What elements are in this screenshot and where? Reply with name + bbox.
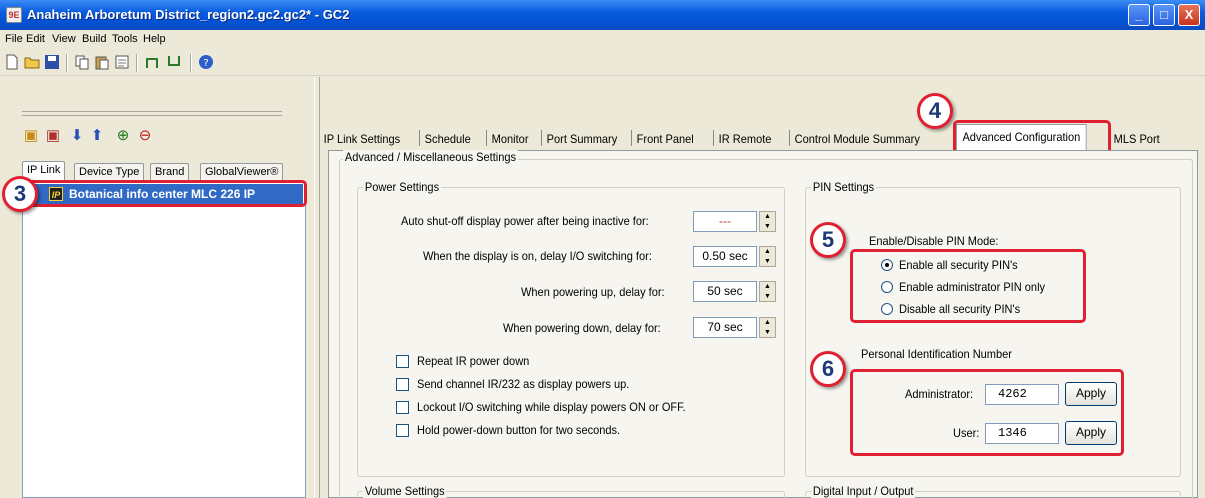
svg-text:?: ?: [203, 58, 208, 69]
tab-separator: [713, 130, 714, 146]
power-down-delay-field[interactable]: 70 sec: [693, 317, 757, 338]
tab-brand[interactable]: Brand: [150, 163, 190, 181]
config-pane: IP Link Settings Schedule Monitor Port S…: [320, 77, 1205, 498]
toolbar-separator: [190, 54, 192, 72]
title-bar[interactable]: 9E Anaheim Arboretum District_region2.gc…: [0, 0, 1205, 30]
callout-6: 6: [810, 351, 846, 387]
send-channel-label: Send channel IR/232 as display powers up…: [417, 377, 630, 391]
open-folder-icon[interactable]: [24, 54, 40, 70]
highlight-pid: [850, 369, 1124, 456]
device-tree: IP Botanical info center MLC 226 IP: [22, 181, 306, 498]
auto-shutoff-label: Auto shut-off display power after being …: [401, 214, 649, 228]
move-down-icon[interactable]: ⬇: [68, 127, 86, 145]
hold-power-down-checkbox[interactable]: [396, 424, 409, 437]
copy-icon[interactable]: [74, 54, 90, 70]
lockout-label: Lockout I/O switching while display powe…: [417, 400, 686, 414]
tab-monitor[interactable]: Monitor: [488, 129, 532, 149]
minimize-button[interactable]: _: [1128, 4, 1150, 26]
power-up-delay-spinner[interactable]: ▲ ▼: [759, 281, 776, 302]
close-button[interactable]: X: [1178, 4, 1200, 26]
volume-settings-title: Volume Settings: [363, 484, 447, 498]
power-down-delay-spinner[interactable]: ▲ ▼: [759, 317, 776, 338]
power-up-delay-label: When powering up, delay for:: [521, 285, 665, 299]
tab-ip-link-settings[interactable]: IP Link Settings: [320, 129, 404, 149]
tab-front-panel[interactable]: Front Panel: [633, 129, 697, 149]
hold-power-down-label: Hold power-down button for two seconds.: [417, 423, 621, 437]
menu-bar: File Edit View Build Tools Help: [0, 30, 1205, 50]
advanced-settings-page: Advanced / Miscellaneous Settings Power …: [328, 150, 1198, 498]
menu-build[interactable]: Build: [82, 33, 106, 45]
menu-help[interactable]: Help: [143, 33, 166, 45]
power-down-delay-label: When powering down, delay for:: [503, 321, 661, 335]
highlight-tree-item: [21, 180, 307, 207]
app-window: 9E Anaheim Arboretum District_region2.gc…: [0, 0, 1205, 498]
repeat-ir-checkbox[interactable]: [396, 355, 409, 368]
pid-title: Personal Identification Number: [861, 347, 1012, 361]
menu-edit[interactable]: Edit: [26, 33, 45, 45]
add-icon[interactable]: ⊕: [114, 127, 132, 145]
highlight-pin-mode: [850, 249, 1086, 323]
advanced-misc-title: Advanced / Miscellaneous Settings: [343, 150, 518, 164]
power-up-delay-field[interactable]: 50 sec: [693, 281, 757, 302]
move-up-icon[interactable]: ⬆: [88, 127, 106, 145]
help-icon[interactable]: ?: [198, 54, 214, 70]
pin-mode-title: Enable/Disable PIN Mode:: [869, 234, 999, 248]
tab-mls-port[interactable]: MLS Port: [1110, 129, 1163, 149]
tab-control-module-summary[interactable]: Control Module Summary: [791, 129, 924, 149]
lockout-checkbox[interactable]: [396, 401, 409, 414]
device-pane: ▣ ▣ ⬇ ⬆ ⊕ ⊖ IP Link Device Type Brand Gl…: [0, 77, 318, 498]
io-delay-label: When the display is on, delay I/O switch…: [423, 249, 652, 263]
download-icon[interactable]: [166, 54, 182, 70]
tab-ir-remote[interactable]: IR Remote: [715, 129, 775, 149]
app-icon: 9E: [6, 7, 22, 23]
tab-separator: [419, 130, 420, 146]
tab-separator: [631, 130, 632, 146]
new-file-icon[interactable]: [4, 54, 20, 70]
tab-globalviewer[interactable]: GlobalViewer®: [200, 163, 284, 181]
power-settings-title: Power Settings: [363, 180, 441, 194]
remove-icon[interactable]: ⊖: [136, 127, 154, 145]
menu-tools[interactable]: Tools: [112, 33, 138, 45]
repeat-ir-label: Repeat IR power down: [417, 354, 530, 368]
window-title: Anaheim Arboretum District_region2.gc2.g…: [27, 7, 350, 22]
pane-grip[interactable]: [22, 111, 282, 116]
io-delay-field[interactable]: 0.50 sec: [693, 246, 757, 267]
tab-device-type[interactable]: Device Type: [74, 163, 145, 181]
auto-shutoff-field[interactable]: ---: [693, 211, 757, 232]
callout-4: 4: [917, 93, 953, 129]
tab-separator: [541, 130, 542, 146]
io-delay-spinner[interactable]: ▲ ▼: [759, 246, 776, 267]
toolbar-separator: [136, 54, 138, 72]
toolbar: ?: [0, 50, 1205, 76]
send-channel-checkbox[interactable]: [396, 378, 409, 391]
tab-schedule[interactable]: Schedule: [421, 129, 474, 149]
menu-view[interactable]: View: [52, 33, 76, 45]
tab-port-summary[interactable]: Port Summary: [543, 129, 621, 149]
properties-icon[interactable]: [114, 54, 130, 70]
maximize-button[interactable]: □: [1153, 4, 1175, 26]
callout-3: 3: [2, 176, 38, 212]
auto-shutoff-spinner[interactable]: ▲ ▼: [759, 211, 776, 232]
menu-file[interactable]: File: [5, 33, 23, 45]
tab-separator: [789, 130, 790, 146]
save-icon[interactable]: [44, 54, 60, 70]
upload-icon[interactable]: [144, 54, 160, 70]
callout-5: 5: [810, 222, 846, 258]
add-folder-icon[interactable]: ▣: [22, 127, 40, 145]
digital-io-title: Digital Input / Output: [811, 484, 916, 498]
pin-settings-title: PIN Settings: [811, 180, 877, 194]
remove-folder-icon[interactable]: ▣: [44, 127, 62, 145]
paste-icon[interactable]: [94, 54, 110, 70]
tab-separator: [486, 130, 487, 146]
toolbar-separator: [66, 54, 68, 72]
